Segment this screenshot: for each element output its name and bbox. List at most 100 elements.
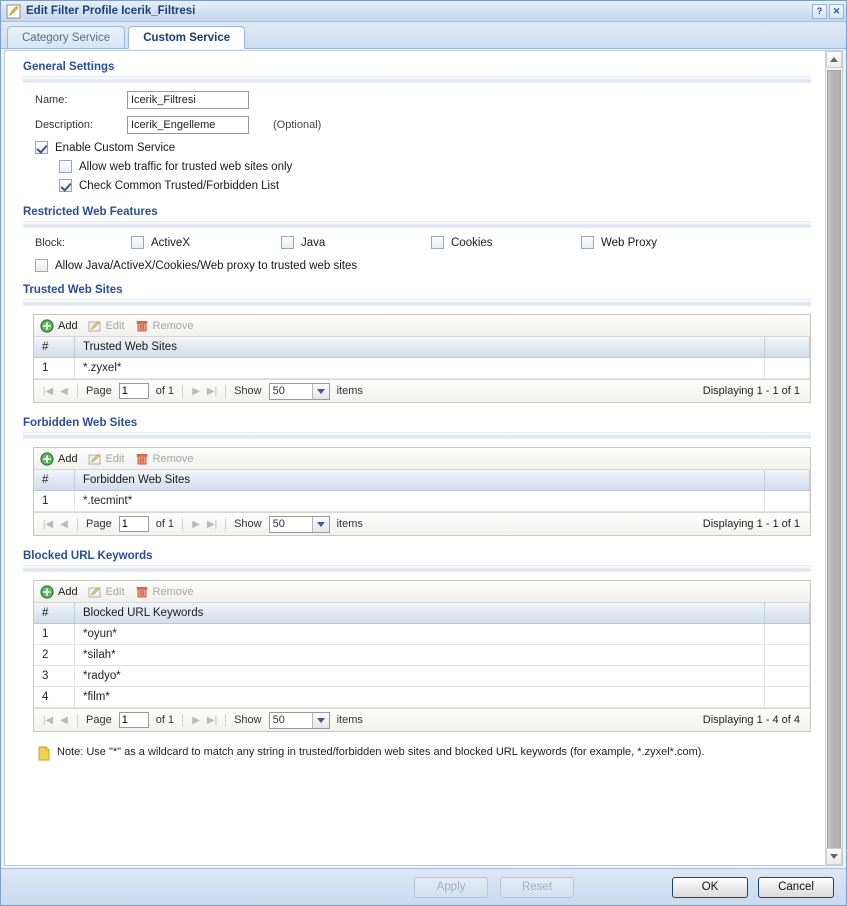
block-web-proxy-item[interactable]: Web Proxy (581, 236, 731, 249)
cancel-button[interactable]: Cancel (758, 876, 834, 898)
keywords-toolbar: Add Edit Remove (34, 581, 810, 603)
chevron-down-icon[interactable] (311, 712, 329, 728)
table-row[interactable]: 2 *silah* (34, 644, 810, 666)
trusted-pager: |◀ ◀ Page of 1 ▶ ▶| Show 50 (34, 379, 810, 402)
keywords-col-num: # (34, 603, 75, 624)
trusted-page-label: Page (86, 385, 112, 397)
footer-primary-buttons: OK Cancel (672, 876, 834, 898)
trusted-items-label: items (336, 385, 363, 397)
allow-trusted-features-row[interactable]: Allow Java/ActiveX/Cookies/Web proxy to … (23, 259, 811, 272)
row-end (764, 623, 810, 645)
first-page-icon[interactable]: |◀ (40, 516, 56, 532)
table-row[interactable]: 4 *film* (34, 686, 810, 708)
block-web-proxy-checkbox[interactable] (581, 236, 594, 249)
row-num: 1 (34, 623, 75, 645)
prev-page-icon[interactable]: ◀ (56, 516, 72, 532)
optional-label: (Optional) (273, 119, 322, 131)
keywords-page-label: Page (86, 714, 112, 726)
scroll-down-icon[interactable] (826, 848, 842, 865)
close-button[interactable]: ✕ (829, 3, 844, 19)
edit-pencil-icon (88, 319, 102, 333)
prev-page-icon[interactable]: ◀ (56, 712, 72, 728)
forbidden-add-button[interactable]: Add (40, 451, 78, 466)
chevron-down-icon[interactable] (311, 516, 329, 532)
trusted-remove-button[interactable]: Remove (135, 319, 194, 333)
forbidden-show-select[interactable]: 50 (268, 515, 330, 533)
last-page-icon[interactable]: ▶| (204, 712, 220, 728)
next-page-icon[interactable]: ▶ (188, 516, 204, 532)
window-title: Edit Filter Profile Icerik_Filtresi (26, 5, 196, 17)
allow-trusted-only-checkbox[interactable] (59, 160, 72, 173)
apply-button[interactable]: Apply (414, 876, 488, 898)
trash-icon (135, 452, 149, 466)
allow-trusted-features-checkbox[interactable] (35, 259, 48, 272)
enable-custom-service-row[interactable]: Enable Custom Service (23, 141, 811, 154)
table-row[interactable]: 1 *.tecmint* (34, 490, 810, 512)
table-row[interactable]: 3 *radyo* (34, 665, 810, 687)
last-page-icon[interactable]: ▶| (204, 383, 220, 399)
pager-divider (77, 517, 78, 531)
first-page-icon[interactable]: |◀ (40, 383, 56, 399)
tab-category-service[interactable]: Category Service (7, 26, 126, 48)
keywords-of-label: of 1 (155, 714, 175, 726)
tab-strip: Category Service Custom Service (1, 22, 846, 49)
forbidden-remove-label: Remove (152, 452, 194, 465)
enable-custom-service-checkbox[interactable] (35, 141, 48, 154)
scrollbar-thumb[interactable] (827, 70, 841, 850)
row-end (764, 644, 810, 666)
ok-button[interactable]: OK (672, 876, 748, 898)
keywords-remove-button[interactable]: Remove (135, 585, 194, 599)
check-common-list-checkbox[interactable] (59, 179, 72, 192)
block-activex-item[interactable]: ActiveX (131, 236, 281, 249)
trusted-web-sites-section: Trusted Web Sites (5, 284, 825, 306)
pager-divider (182, 384, 184, 398)
trusted-show-select[interactable]: 50 (268, 382, 330, 400)
scroll-up-icon[interactable] (826, 51, 842, 68)
vertical-scrollbar[interactable] (825, 51, 842, 865)
keywords-show-select[interactable]: 50 (268, 711, 330, 729)
allow-trusted-only-row[interactable]: Allow web traffic for trusted web sites … (23, 160, 811, 173)
forbidden-page-input[interactable] (118, 516, 149, 532)
next-page-icon[interactable]: ▶ (188, 712, 204, 728)
forbidden-web-sites-table: # Forbidden Web Sites 1 *.tecmint* (34, 470, 810, 512)
tab-custom-service[interactable]: Custom Service (128, 26, 246, 49)
content-area: General Settings Name: Description: (Opt… (4, 50, 843, 866)
forbidden-remove-button[interactable]: Remove (135, 452, 194, 466)
reset-button[interactable]: Reset (500, 876, 574, 898)
block-activex-checkbox[interactable] (131, 236, 144, 249)
first-page-icon[interactable]: |◀ (40, 712, 56, 728)
add-circle-icon (40, 451, 54, 466)
keywords-page-input[interactable] (118, 712, 149, 728)
table-row[interactable]: 1 *oyun* (34, 623, 810, 645)
footer-secondary-buttons: Apply Reset (414, 876, 574, 898)
keywords-items-label: items (336, 714, 363, 726)
next-page-icon[interactable]: ▶ (188, 383, 204, 399)
table-row[interactable]: 1 *.zyxel* (34, 357, 810, 379)
block-java-item[interactable]: Java (281, 236, 431, 249)
description-input[interactable] (127, 116, 249, 134)
restricted-web-features-section: Restricted Web Features Block: ActiveX J… (5, 206, 825, 272)
last-page-icon[interactable]: ▶| (204, 516, 220, 532)
trusted-edit-button[interactable]: Edit (88, 319, 125, 333)
forbidden-web-sites-title: Forbidden Web Sites (23, 417, 138, 429)
help-button[interactable]: ? (812, 3, 827, 19)
note-icon (37, 746, 51, 762)
keywords-edit-button[interactable]: Edit (88, 585, 125, 599)
trusted-web-sites-title: Trusted Web Sites (23, 284, 123, 296)
keywords-edit-label: Edit (105, 585, 125, 598)
forbidden-edit-button[interactable]: Edit (88, 452, 125, 466)
check-common-list-row[interactable]: Check Common Trusted/Forbidden List (23, 179, 811, 192)
prev-page-icon[interactable]: ◀ (56, 383, 72, 399)
trusted-add-button[interactable]: Add (40, 318, 78, 333)
row-end (764, 490, 810, 512)
allow-trusted-features-label: Allow Java/ActiveX/Cookies/Web proxy to … (55, 259, 358, 272)
block-cookies-item[interactable]: Cookies (431, 236, 581, 249)
trusted-page-input[interactable] (118, 383, 149, 399)
block-cookies-checkbox[interactable] (431, 236, 444, 249)
name-input[interactable] (127, 91, 249, 109)
row-value: *oyun* (74, 623, 765, 645)
keywords-add-button[interactable]: Add (40, 584, 78, 599)
block-java-checkbox[interactable] (281, 236, 294, 249)
row-num: 4 (34, 686, 75, 708)
chevron-down-icon[interactable] (311, 383, 329, 399)
